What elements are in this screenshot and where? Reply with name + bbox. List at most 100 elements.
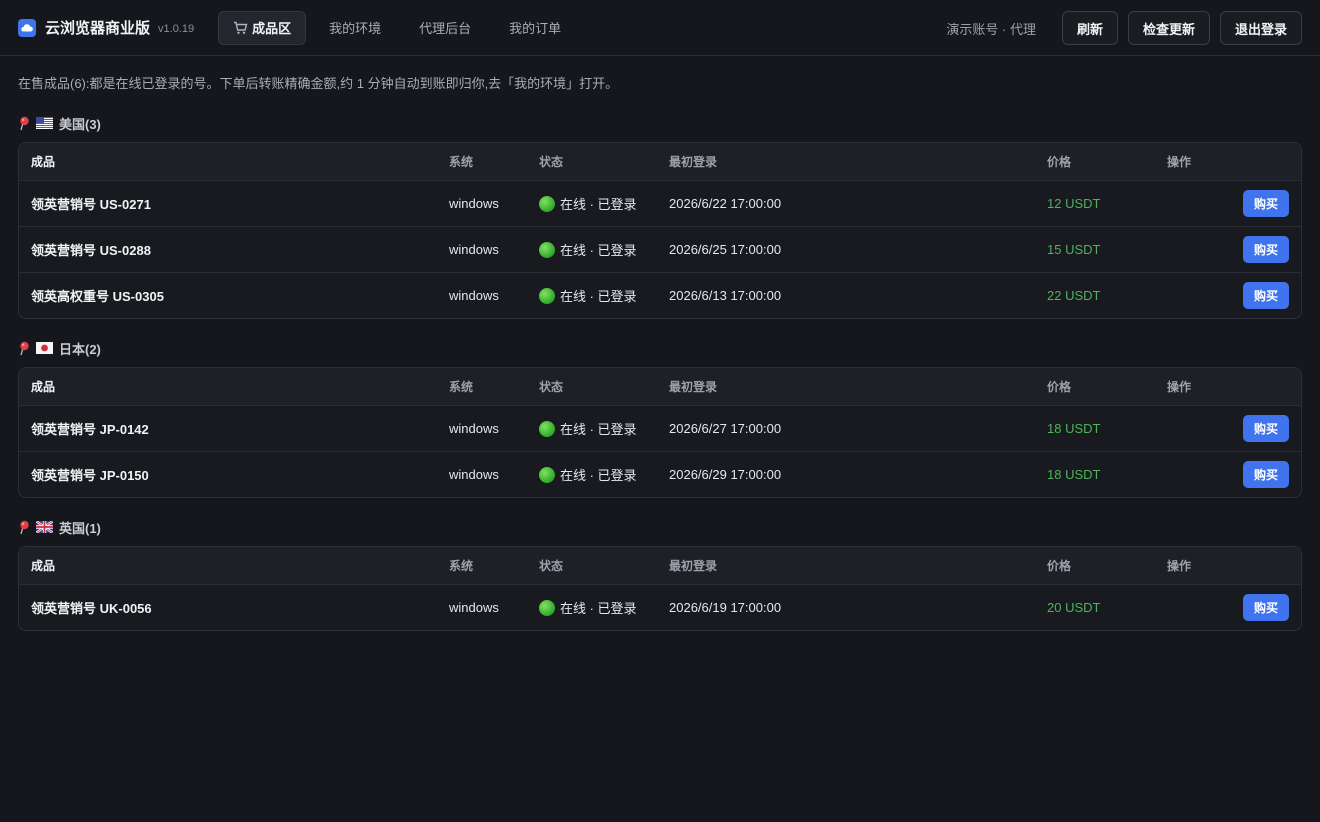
pin-icon: [18, 116, 30, 131]
region-title: 美国(3): [59, 116, 101, 132]
col-system: 系统: [449, 559, 474, 573]
tab-my-orders-label: 我的订单: [509, 21, 562, 36]
col-action: 操作: [1167, 380, 1192, 394]
first-login-value: 2026/6/29 17:00:00: [669, 467, 782, 482]
status-cell: 在线 · 已登录: [539, 194, 669, 213]
table-header: 成品 系统 状态 最初登录 价格 操作: [19, 547, 1301, 584]
table-header: 成品 系统 状态 最初登录 价格 操作: [19, 368, 1301, 405]
status-cell: 在线 · 已登录: [539, 240, 669, 259]
product-table: 成品 系统 状态 最初登录 价格 操作 领英营销号 UK-0056 windows 在线 · 已…: [18, 546, 1302, 631]
col-first-login: 最初登录: [669, 559, 718, 573]
notice-text: 在售成品(6):都是在线已登录的号。下单后转账精确金额,约 1 分钟自动到账即归…: [18, 76, 619, 91]
price-value: 12 USDT: [1047, 196, 1101, 211]
table-row: 领英营销号 JP-0142 windows 在线 · 已登录 2026/6/27 17…: [19, 405, 1301, 451]
status-text: 在线 · 已登录: [560, 289, 637, 304]
refresh-button[interactable]: 刷新: [1061, 11, 1118, 45]
system-value: windows: [449, 196, 499, 211]
online-status-icon: [539, 420, 555, 437]
buy-button[interactable]: 购买: [1242, 461, 1289, 488]
system-value: windows: [449, 288, 499, 303]
product-name: 领英营销号 JP-0150: [31, 468, 149, 483]
first-login-value: 2026/6/19 17:00:00: [669, 600, 782, 615]
price-value: 22 USDT: [1047, 288, 1101, 303]
buy-button[interactable]: 购买: [1242, 190, 1289, 217]
col-first-login: 最初登录: [669, 380, 718, 394]
first-login-value: 2026/6/22 17:00:00: [669, 196, 782, 211]
table-row: 领英营销号 US-0288 windows 在线 · 已登录 2026/6/25 17…: [19, 226, 1301, 272]
system-value: windows: [449, 600, 499, 615]
table-row: 领英营销号 JP-0150 windows 在线 · 已登录 2026/6/29 17…: [19, 451, 1301, 497]
col-first-login: 最初登录: [669, 155, 718, 169]
regions-list: 美国(3) 成品 系统 状态 最初登录 价格 操作 领英营销号 US-0271 windows 在…: [18, 112, 1302, 631]
col-product: 成品: [31, 380, 56, 394]
col-status: 状态: [539, 380, 564, 394]
tab-my-environment-label: 我的环境: [329, 21, 382, 36]
product-table: 成品 系统 状态 最初登录 价格 操作 领英营销号 US-0271 windows 在线 · 已…: [18, 142, 1302, 319]
product-name: 领英营销号 US-0271: [31, 197, 151, 212]
app-version: v1.0.19: [158, 22, 195, 35]
online-status-icon: [539, 241, 555, 258]
product-name: 领英营销号 US-0288: [31, 243, 151, 258]
uk-flag-icon: [36, 521, 53, 533]
status-cell: 在线 · 已登录: [539, 286, 669, 305]
product-name: 领英高权重号 US-0305: [31, 289, 164, 304]
region-heading: 日本(2): [18, 337, 1302, 359]
price-value: 18 USDT: [1047, 421, 1101, 436]
pin-icon: [18, 520, 30, 535]
logout-button[interactable]: 退出登录: [1219, 11, 1302, 45]
col-price: 价格: [1047, 380, 1072, 394]
col-action: 操作: [1167, 559, 1192, 573]
check-update-button[interactable]: 检查更新: [1127, 11, 1210, 45]
tab-my-environment[interactable]: 我的环境: [314, 11, 396, 45]
product-table: 成品 系统 状态 最初登录 价格 操作 领英营销号 JP-0142 windows 在线 · 已…: [18, 367, 1302, 498]
buy-button[interactable]: 购买: [1242, 236, 1289, 263]
first-login-value: 2026/6/27 17:00:00: [669, 421, 782, 436]
col-system: 系统: [449, 155, 474, 169]
buy-button[interactable]: 购买: [1242, 594, 1289, 621]
price-value: 18 USDT: [1047, 467, 1101, 482]
region-heading: 美国(3): [18, 112, 1302, 134]
app-title: 云浏览器商业版: [45, 20, 151, 37]
cart-icon: [233, 21, 248, 35]
table-header: 成品 系统 状态 最初登录 价格 操作: [19, 143, 1301, 180]
online-status-icon: [539, 195, 555, 212]
status-cell: 在线 · 已登录: [539, 598, 669, 617]
account-label: 演示账号 · 代理: [946, 21, 1036, 37]
system-value: windows: [449, 467, 499, 482]
tab-proxy-admin[interactable]: 代理后台: [404, 11, 486, 45]
us-flag-icon: [36, 117, 53, 129]
pin-icon: [18, 341, 30, 356]
online-status-icon: [539, 466, 555, 483]
system-value: windows: [449, 242, 499, 257]
status-text: 在线 · 已登录: [560, 197, 637, 212]
brand: 云浏览器商业版 v1.0.19: [18, 17, 194, 38]
table-row: 领英营销号 US-0271 windows 在线 · 已登录 2026/6/22 17…: [19, 180, 1301, 226]
main-nav: 成品区 我的环境 代理后台 我的订单: [218, 10, 584, 45]
status-cell: 在线 · 已登录: [539, 465, 669, 484]
tab-my-orders[interactable]: 我的订单: [494, 11, 576, 45]
top-bar: 云浏览器商业版 v1.0.19 成品区 我的环境 代理后台 我的订单 演示账号 …: [0, 0, 1320, 56]
region-title: 日本(2): [59, 341, 101, 357]
table-row: 领英高权重号 US-0305 windows 在线 · 已登录 2026/6/13 1…: [19, 272, 1301, 318]
buy-button[interactable]: 购买: [1242, 282, 1289, 309]
col-status: 状态: [539, 155, 564, 169]
app-logo-icon: [18, 18, 36, 37]
main-content: 在售成品(6):都是在线已登录的号。下单后转账精确金额,约 1 分钟自动到账即归…: [0, 56, 1320, 631]
col-product: 成品: [31, 559, 56, 573]
status-cell: 在线 · 已登录: [539, 419, 669, 438]
region-title: 英国(1): [59, 520, 101, 536]
online-status-icon: [539, 599, 555, 616]
buy-button[interactable]: 购买: [1242, 415, 1289, 442]
tab-proxy-admin-label: 代理后台: [419, 21, 472, 36]
table-row: 领英营销号 UK-0056 windows 在线 · 已登录 2026/6/19 17…: [19, 584, 1301, 630]
status-text: 在线 · 已登录: [560, 468, 637, 483]
tab-products[interactable]: 成品区: [218, 10, 307, 45]
col-price: 价格: [1047, 155, 1072, 169]
first-login-value: 2026/6/25 17:00:00: [669, 242, 782, 257]
product-name: 领英营销号 JP-0142: [31, 422, 149, 437]
status-text: 在线 · 已登录: [560, 422, 637, 437]
col-product: 成品: [31, 155, 56, 169]
system-value: windows: [449, 421, 499, 436]
tab-products-label: 成品区: [252, 21, 292, 36]
col-status: 状态: [539, 559, 564, 573]
